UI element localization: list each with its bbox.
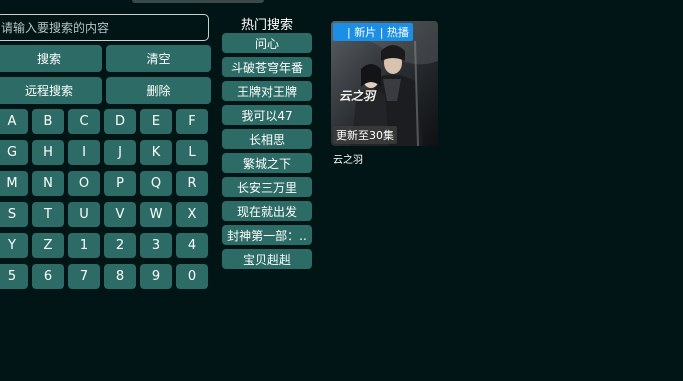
key-i[interactable]: I: [68, 140, 100, 165]
key-j[interactable]: J: [104, 140, 136, 165]
hot-search-item[interactable]: 斗破苍穹年番: [222, 57, 312, 77]
hot-search-item-label: 宝贝赳赳: [242, 252, 291, 267]
key-4[interactable]: 4: [176, 233, 208, 258]
result-card[interactable]: | 新片 | 热播 云之羽 更新至30集 云之羽: [331, 21, 438, 166]
key-0[interactable]: 0: [176, 264, 208, 289]
key-a[interactable]: A: [0, 109, 28, 134]
key-h[interactable]: H: [32, 140, 64, 165]
hot-search-item[interactable]: 问心: [222, 33, 312, 53]
top-handle: [132, 0, 264, 3]
key-d[interactable]: D: [104, 109, 136, 134]
key-v[interactable]: V: [104, 202, 136, 227]
key-g[interactable]: G: [0, 140, 28, 165]
poster-image: | 新片 | 热播 云之羽 更新至30集: [331, 21, 438, 146]
key-z[interactable]: Z: [32, 233, 64, 258]
hot-search-item-label: 封神第一部：..: [227, 228, 307, 243]
hot-search-list: 问心斗破苍穹年番 王牌对王牌我可以47 长相思繁城之下长安三万里现在就出发封神第一部…: [222, 33, 312, 269]
key-f[interactable]: F: [176, 109, 208, 134]
key-r[interactable]: R: [176, 171, 208, 196]
hot-search-item-label: 长安三万里: [236, 180, 297, 195]
key-7[interactable]: 7: [68, 264, 100, 289]
hot-search-item[interactable]: 长安三万里: [222, 177, 312, 197]
hot-search-item-label: 长相思: [248, 132, 285, 147]
key-q[interactable]: Q: [140, 171, 172, 196]
hot-search-item[interactable]: 繁城之下: [222, 153, 312, 173]
hot-search-item[interactable]: 我可以47: [222, 105, 312, 125]
key-9[interactable]: 9: [140, 264, 172, 289]
hot-search-item[interactable]: 宝贝赳赳: [222, 249, 312, 269]
key-t[interactable]: T: [32, 202, 64, 227]
hot-search-item[interactable]: 封神第一部：..: [222, 225, 312, 245]
key-1[interactable]: 1: [68, 233, 100, 258]
hot-search-title: 热门搜索: [240, 18, 293, 33]
hot-search-item-label: 斗破苍穹年番: [230, 60, 303, 75]
key-3[interactable]: 3: [140, 233, 172, 258]
key-w[interactable]: W: [140, 202, 172, 227]
key-b[interactable]: B: [32, 109, 64, 134]
hot-search-item[interactable]: 长相思: [222, 129, 312, 149]
hot-search-item-label: 我可以47: [241, 108, 293, 123]
hot-search-item[interactable]: 王牌对王牌: [222, 81, 312, 101]
search-button[interactable]: 搜索: [0, 45, 102, 72]
result-title: 云之羽: [333, 155, 363, 166]
key-n[interactable]: N: [32, 171, 64, 196]
remote-search-button[interactable]: 远程搜索: [0, 77, 102, 104]
key-6[interactable]: 6: [32, 264, 64, 289]
hot-search-item[interactable]: 现在就出发: [222, 201, 312, 221]
clear-button[interactable]: 清空: [106, 45, 211, 72]
hot-search-item-label: 问心: [254, 36, 279, 51]
search-input[interactable]: [0, 14, 209, 41]
key-5[interactable]: 5: [0, 264, 28, 289]
key-8[interactable]: 8: [104, 264, 136, 289]
episode-status-badge: 更新至30集: [333, 126, 397, 144]
key-2[interactable]: 2: [104, 233, 136, 258]
new-hot-badge: | 新片 | 热播: [333, 23, 413, 41]
hot-search-item-label: 现在就出发: [236, 204, 297, 219]
key-x[interactable]: X: [176, 202, 208, 227]
on-screen-keyboard: ABCDEF GHIJKL MNOPQR STUVWX YZ1234 567890: [0, 109, 211, 289]
key-k[interactable]: K: [140, 140, 172, 165]
poster-title-text: 云之羽: [339, 89, 376, 103]
delete-button[interactable]: 删除: [106, 77, 211, 104]
key-y[interactable]: Y: [0, 233, 28, 258]
key-p[interactable]: P: [104, 171, 136, 196]
key-s[interactable]: S: [0, 202, 28, 227]
key-e[interactable]: E: [140, 109, 172, 134]
key-o[interactable]: O: [68, 171, 100, 196]
hot-search-item-label: 繁城之下: [242, 156, 291, 171]
key-m[interactable]: M: [0, 171, 28, 196]
key-u[interactable]: U: [68, 202, 100, 227]
key-c[interactable]: C: [68, 109, 100, 134]
key-l[interactable]: L: [176, 140, 208, 165]
hot-search-item-label: 王牌对王牌: [236, 84, 297, 99]
